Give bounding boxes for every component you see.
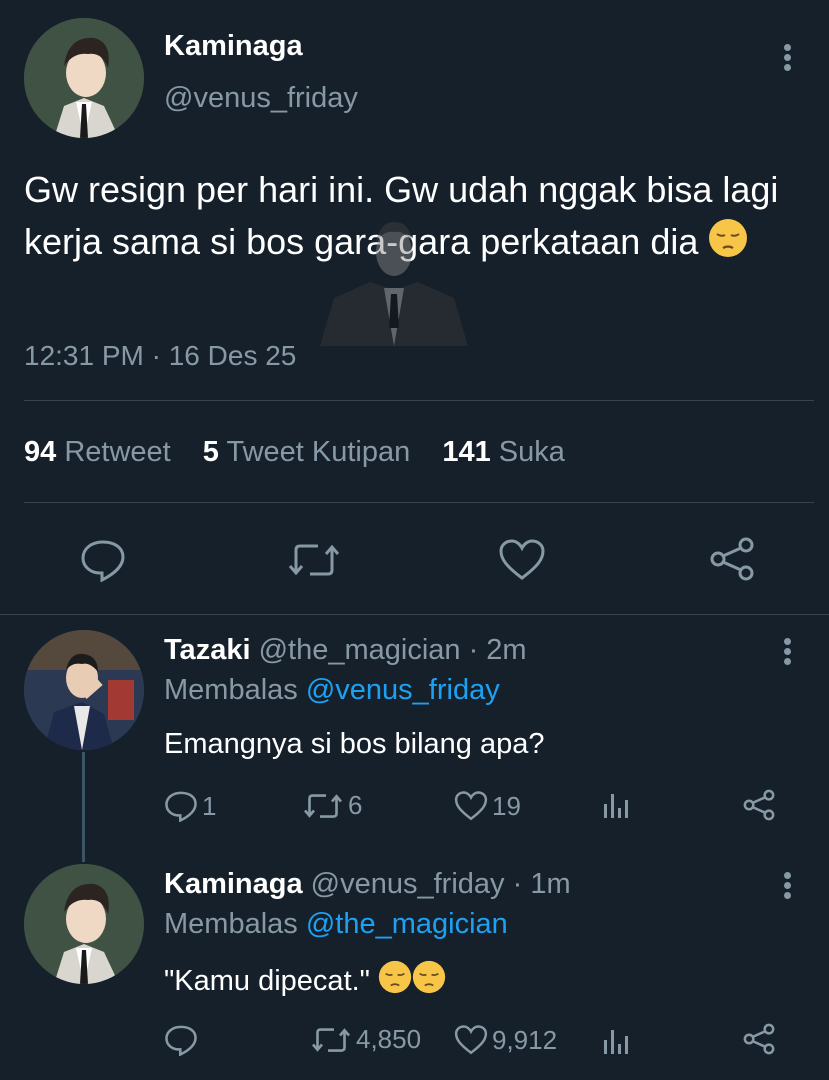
more-options-icon[interactable] — [782, 44, 792, 74]
share-icon[interactable] — [708, 536, 756, 582]
like-icon[interactable] — [498, 538, 546, 582]
retweet-count: 4,850 — [356, 1024, 422, 1054]
pensive-face-icon — [708, 218, 748, 272]
author-handle[interactable]: @the_magician — [259, 634, 461, 666]
reply-icon — [165, 791, 197, 822]
share-icon[interactable] — [742, 788, 776, 822]
more-options-icon[interactable] — [782, 638, 792, 668]
avatar[interactable] — [24, 18, 144, 138]
avatar[interactable] — [24, 630, 144, 750]
author-handle[interactable]: @venus_friday — [164, 82, 358, 115]
author-handle[interactable]: @venus_friday — [311, 868, 505, 900]
more-options-icon[interactable] — [782, 872, 792, 902]
reply-text: "Kamu dipecat." — [164, 960, 446, 1002]
divider — [24, 400, 814, 401]
analytics-icon[interactable] — [602, 792, 630, 820]
author-name[interactable]: Kaminaga — [164, 30, 303, 63]
like-action[interactable]: 19 — [454, 790, 521, 822]
retweet-count: 6 — [348, 790, 363, 820]
thread-line — [82, 752, 85, 862]
retweet-icon — [312, 1027, 350, 1052]
like-action[interactable]: 9,912 — [454, 1024, 557, 1056]
like-icon — [454, 1025, 488, 1055]
reply-text: Emangnya si bos bilang apa? — [164, 728, 545, 760]
divider — [0, 614, 829, 615]
replying-to: Membalas @venus_friday — [164, 674, 500, 706]
reply-header: Kaminaga @venus_friday · 1m — [164, 868, 571, 901]
like-icon — [454, 791, 488, 821]
author-name[interactable]: Tazaki — [164, 634, 251, 666]
quotes-stat[interactable]: 5 Tweet Kutipan — [203, 436, 410, 468]
tweet-stats: 94 Retweet 5 Tweet Kutipan 141 Suka — [24, 436, 565, 469]
retweet-action[interactable]: 6 — [302, 790, 362, 821]
like-count: 19 — [492, 790, 521, 821]
retweet-action[interactable]: 4,850 — [310, 1024, 421, 1055]
reply-count: 1 — [202, 790, 217, 821]
analytics-icon[interactable] — [602, 1028, 630, 1056]
reply-time: · 1m — [512, 868, 571, 900]
like-count: 9,912 — [492, 1024, 558, 1055]
replying-to: Membalas @the_magician — [164, 908, 508, 940]
mention-link[interactable]: @the_magician — [306, 908, 508, 940]
reply-icon[interactable] — [80, 538, 126, 582]
pensive-face-icon — [412, 960, 446, 1002]
retweet-icon — [304, 793, 342, 818]
retweets-stat[interactable]: 94 Retweet — [24, 436, 171, 468]
mention-link[interactable]: @venus_friday — [306, 674, 500, 706]
likes-stat[interactable]: 141 Suka — [442, 436, 565, 468]
pensive-face-icon — [378, 960, 412, 1002]
reply-action[interactable] — [164, 1024, 202, 1056]
avatar[interactable] — [24, 864, 144, 984]
share-icon[interactable] — [742, 1022, 776, 1056]
reply-action[interactable]: 1 — [164, 790, 216, 822]
watermark-figure — [320, 218, 468, 346]
reply-header: Tazaki @the_magician · 2m — [164, 634, 527, 667]
reply-icon — [165, 1025, 197, 1056]
tweet-timestamp[interactable]: 12:31 PM · 16 Des 25 — [24, 340, 296, 372]
retweet-icon[interactable] — [286, 540, 342, 580]
divider — [24, 502, 814, 503]
author-name[interactable]: Kaminaga — [164, 868, 303, 900]
reply-time: · 2m — [468, 634, 527, 666]
